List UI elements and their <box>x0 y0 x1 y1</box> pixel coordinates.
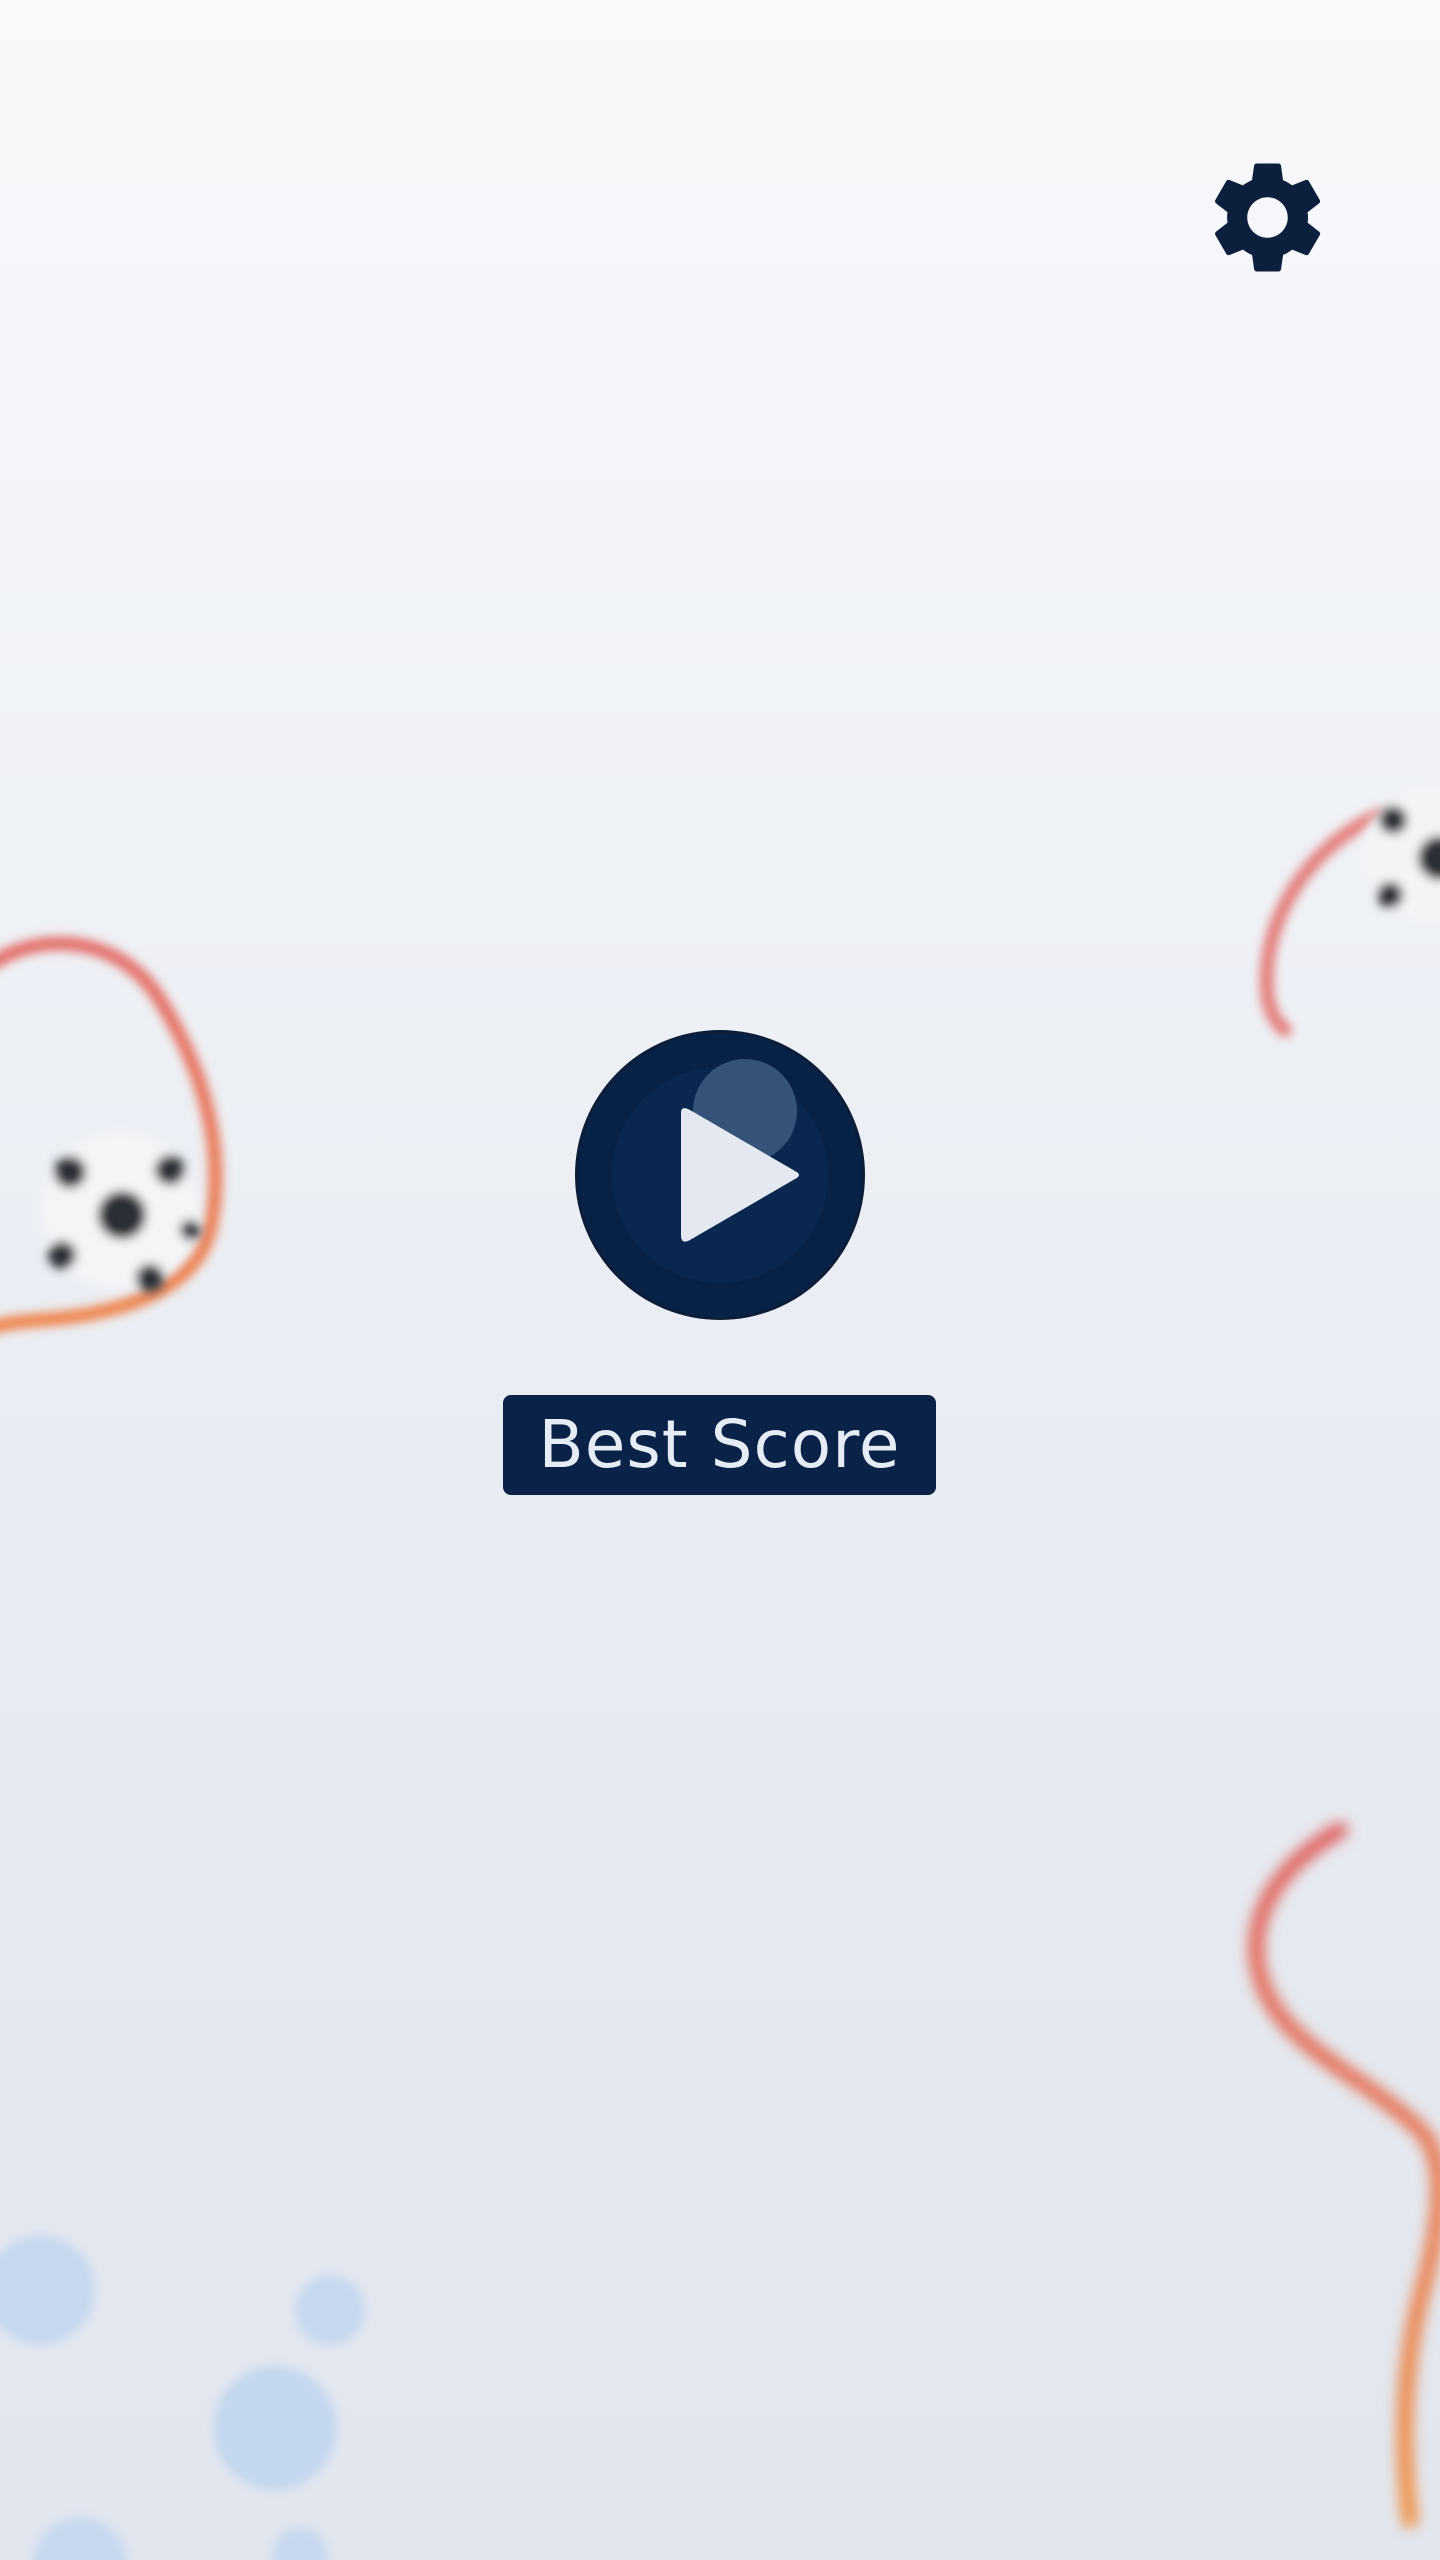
play-button[interactable] <box>578 1033 862 1317</box>
background-bubbles <box>0 2235 365 2560</box>
left-soccer-ball-icon <box>42 1132 200 1292</box>
best-score-label: Best Score <box>538 1406 901 1483</box>
gear-icon <box>1215 163 1321 272</box>
settings-button[interactable] <box>1200 150 1335 285</box>
left-ball-trail <box>0 936 223 1333</box>
right-lower-ball-trail <box>1248 1822 1440 2528</box>
play-icon <box>612 1059 828 1283</box>
best-score-button[interactable]: Best Score <box>503 1395 936 1495</box>
right-upper-ball-trail <box>1259 808 1387 1037</box>
right-upper-soccer-ball-icon <box>1362 787 1440 923</box>
